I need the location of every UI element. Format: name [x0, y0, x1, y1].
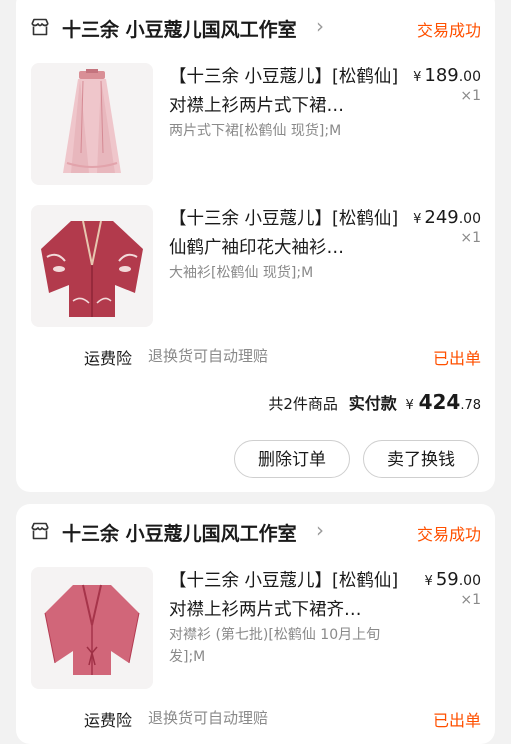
order-card[interactable]: 十三余 小豆蔻儿国风工作室 › 交易成功 【十三余 小豆蔻儿】[松鹤仙]对襟上衫…: [16, 504, 495, 744]
order-item[interactable]: 【十三余 小豆蔻儿】[松鹤仙]对襟上衫两片式下裙… 两片式下裙[松鹤仙 现货];…: [16, 63, 495, 187]
product-price: ¥249.00: [413, 207, 481, 228]
paid-amount: 424: [418, 390, 461, 414]
shop-name[interactable]: 十三余 小豆蔻儿国风工作室: [62, 15, 297, 42]
shipping-insurance-row[interactable]: 运费险 退换货可自动理赔 已出单: [16, 707, 495, 731]
store-icon: [31, 522, 49, 540]
order-status: 交易成功: [416, 525, 481, 544]
shipping-insurance-status: 已出单: [432, 711, 481, 730]
paid-label: 实付款: [348, 394, 397, 413]
order-item[interactable]: 【十三余 小豆蔻儿】[松鹤仙]仙鹤广袖印花大袖衫… 大袖衫[松鹤仙 现货];M …: [16, 205, 495, 329]
order-total: 共2件商品 实付款 ¥ 424.78: [268, 390, 481, 414]
shop-header[interactable]: 十三余 小豆蔻儿国风工作室 › 交易成功: [16, 512, 495, 552]
shipping-insurance-desc: 退换货可自动理赔: [148, 709, 269, 727]
item-count: 共2件商品: [268, 395, 338, 413]
shop-header[interactable]: 十三余 小豆蔻儿国风工作室 › 交易成功: [16, 8, 495, 48]
shop-name[interactable]: 十三余 小豆蔻儿国风工作室: [62, 519, 297, 546]
order-status: 交易成功: [416, 21, 481, 40]
product-image[interactable]: [31, 205, 153, 327]
order-card[interactable]: 十三余 小豆蔻儿国风工作室 › 交易成功 【十三余 小豆蔻儿】[松鹤仙]对襟上衫…: [16, 0, 495, 492]
chevron-right-icon[interactable]: ›: [316, 14, 324, 38]
store-icon: [31, 18, 49, 36]
shipping-insurance-desc: 退换货可自动理赔: [148, 347, 269, 365]
shipping-insurance-row[interactable]: 运费险 退换货可自动理赔 已出单: [16, 345, 495, 369]
product-qty: ×1: [460, 88, 481, 104]
shipping-insurance-label: 运费险: [84, 711, 133, 730]
product-qty: ×1: [460, 592, 481, 608]
product-sku: 大袖衫[松鹤仙 现货];M: [169, 265, 314, 281]
product-price: ¥189.00: [413, 65, 481, 86]
product-sku: 对襟衫 (第七批)[松鹤仙 10月上旬发];M: [169, 627, 381, 665]
product-title[interactable]: 【十三余 小豆蔻儿】[松鹤仙]仙鹤广袖印花大袖衫…: [169, 205, 405, 263]
product-sku: 两片式下裙[松鹤仙 现货];M: [169, 123, 342, 139]
chevron-right-icon[interactable]: ›: [316, 518, 324, 542]
product-qty: ×1: [460, 230, 481, 246]
resell-button[interactable]: 卖了换钱: [363, 440, 479, 478]
product-price: ¥59.00: [424, 569, 481, 590]
delete-order-button[interactable]: 删除订单: [234, 440, 350, 478]
product-title[interactable]: 【十三余 小豆蔻儿】[松鹤仙]对襟上衫两片式下裙齐…: [169, 567, 405, 625]
product-image[interactable]: [31, 63, 153, 185]
shipping-insurance-status: 已出单: [432, 349, 481, 368]
product-image[interactable]: [31, 567, 153, 689]
shipping-insurance-label: 运费险: [84, 349, 133, 368]
product-title[interactable]: 【十三余 小豆蔻儿】[松鹤仙]对襟上衫两片式下裙…: [169, 63, 405, 121]
order-item[interactable]: 【十三余 小豆蔻儿】[松鹤仙]对襟上衫两片式下裙齐… 对襟衫 (第七批)[松鹤仙…: [16, 567, 495, 691]
